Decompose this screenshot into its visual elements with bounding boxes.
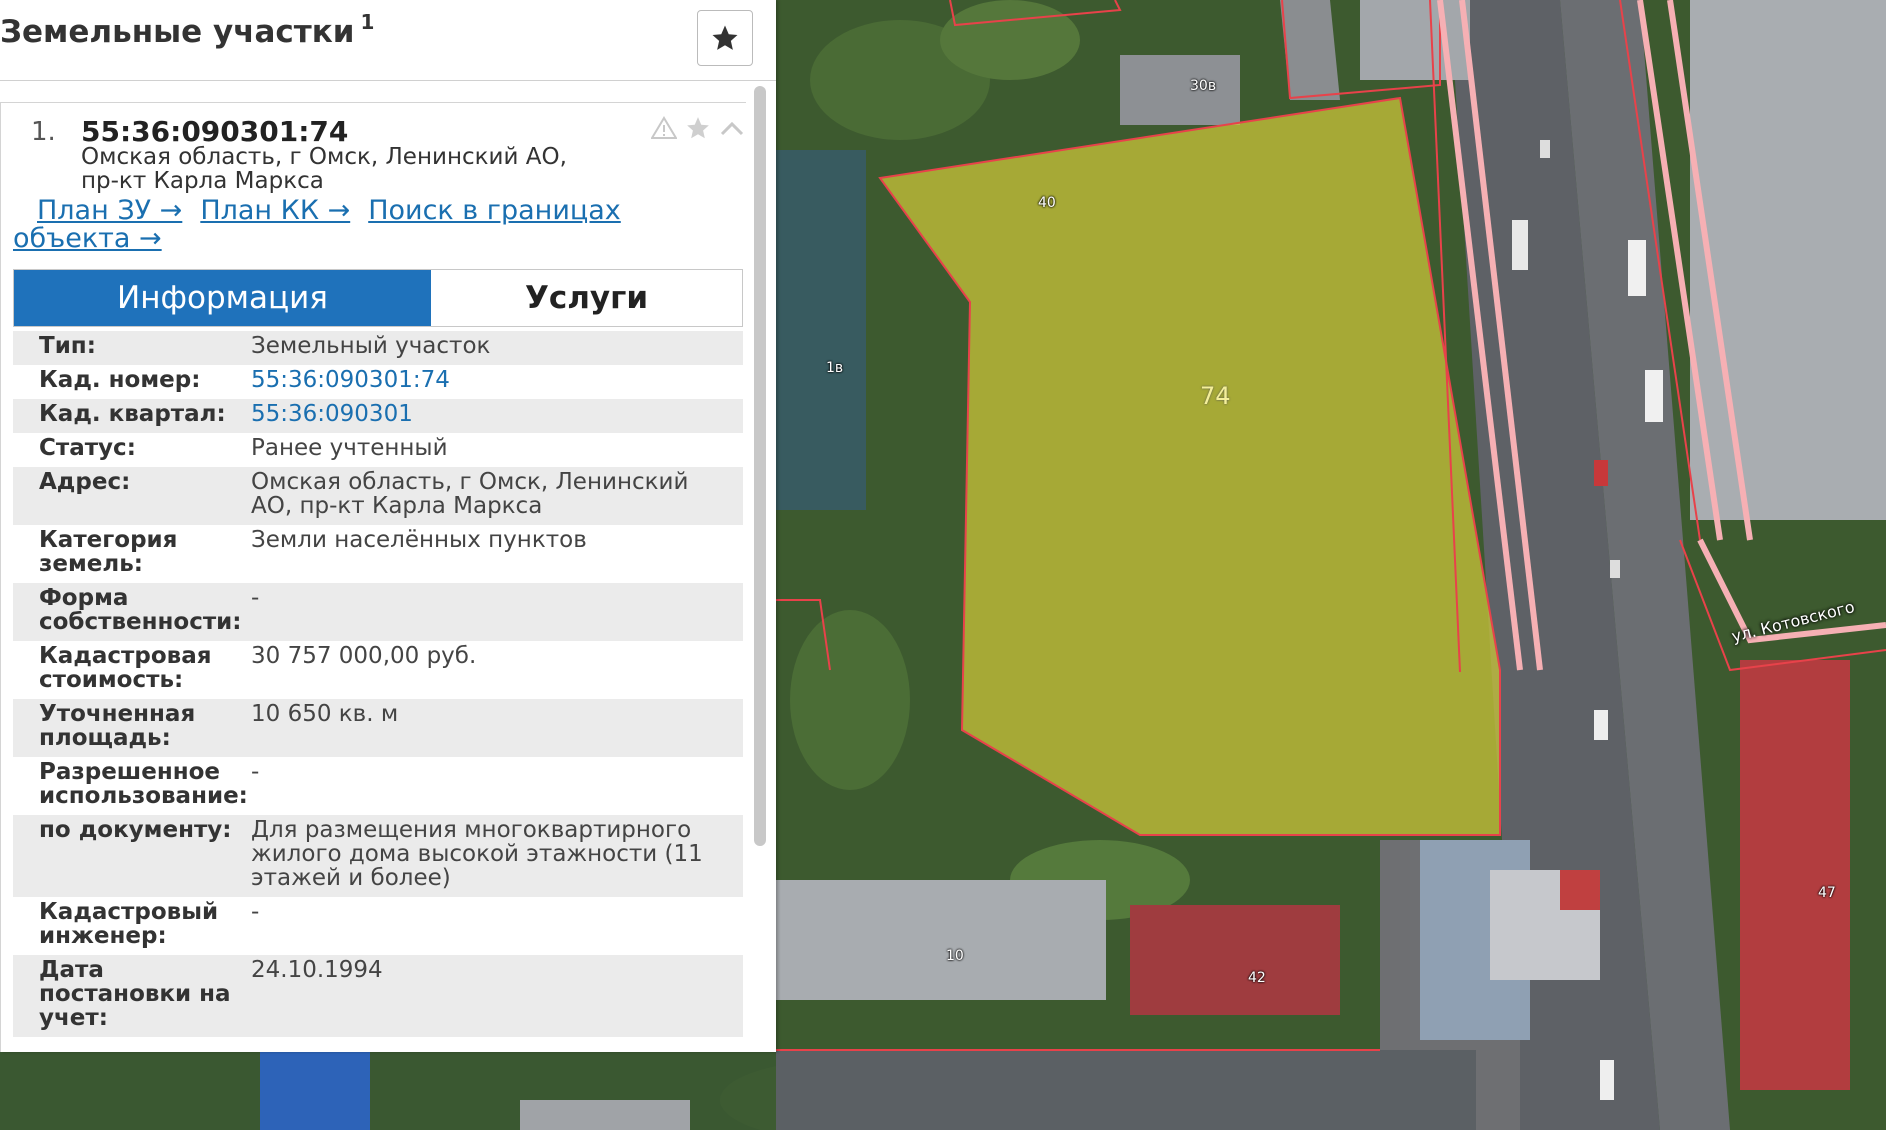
info-row-label: Дата постановки на учет: xyxy=(39,957,231,1031)
info-row: Кад. номер: 55:36:090301:74 xyxy=(13,365,743,399)
info-row: Кадастровый инженер: - xyxy=(13,897,743,955)
info-row-value: - xyxy=(251,899,260,925)
panel-header: Земельные участки 1 xyxy=(0,0,776,81)
star-icon xyxy=(712,25,738,50)
info-row-label: Разрешенное использование: xyxy=(39,759,248,809)
info-table: Тип: Земельный участок Кад. номер: 55:36:09… xyxy=(13,331,743,1037)
info-row: Категория земель: Земли населённых пункто… xyxy=(13,525,743,583)
info-row-value: Земельный участок xyxy=(251,333,491,359)
info-row-label: Форма собственности: xyxy=(39,585,242,635)
scrollbar-thumb[interactable] xyxy=(754,86,766,846)
info-row-value: Омская область, г Омск, Ленинский АО, пр… xyxy=(251,469,689,519)
info-row: Кад. квартал: 55:36:090301 xyxy=(13,399,743,433)
info-row-value: - xyxy=(251,585,260,611)
info-row-value: Для размещения многоквартирного жилого д… xyxy=(251,817,703,891)
info-row-label: Кад. квартал: xyxy=(39,401,226,427)
info-row-label: Кад. номер: xyxy=(39,367,201,393)
result-card: 1. 55:36:090301:74 Омская область, г Омс… xyxy=(0,102,746,1052)
tab-services[interactable]: Услуги xyxy=(431,270,742,326)
info-row-label: по документу: xyxy=(39,817,232,843)
info-row: по документу: Для размещения многоквартир… xyxy=(13,815,743,897)
info-panel: Земельные участки 1 1. 55:36:090301:74 Ом… xyxy=(0,0,776,1052)
warning-icon[interactable] xyxy=(651,115,677,141)
info-row-label: Статус: xyxy=(39,435,136,461)
result-count: 1 xyxy=(360,10,375,34)
building-label: 40 xyxy=(1038,195,1056,211)
card-links: План ЗУ → План КК → Поиск в границах объек… xyxy=(13,197,713,253)
card-address: Омская область, г Омск, Ленинский АО, пр… xyxy=(81,144,567,194)
panel-title: Земельные участки 1 xyxy=(0,10,374,50)
info-row-value: Ранее учтенный xyxy=(251,435,448,461)
panel-title-text: Земельные участки xyxy=(0,14,355,50)
info-row-label: Тип: xyxy=(39,333,96,359)
info-row-label: Уточненная площадь: xyxy=(39,701,196,751)
favorites-button[interactable] xyxy=(697,10,753,66)
card-tabs: Информация Услуги xyxy=(13,269,743,327)
info-row-value: 10 650 кв. м xyxy=(251,701,399,727)
building-label: 47 xyxy=(1818,885,1836,901)
info-row: Тип: Земельный участок xyxy=(13,331,743,365)
info-row-link[interactable]: 55:36:090301 xyxy=(251,402,743,426)
info-row: Разрешенное использование: - xyxy=(13,757,743,815)
info-row-label: Кадастровая стоимость: xyxy=(39,643,212,693)
chevron-up-icon[interactable] xyxy=(719,115,745,141)
info-row-value: Земли населённых пунктов xyxy=(251,527,587,553)
plan-kk-link[interactable]: План КК → xyxy=(200,195,350,226)
star-icon[interactable] xyxy=(685,115,711,141)
building-label: 42 xyxy=(1248,970,1266,986)
info-row: Дата постановки на учет: 24.10.1994 xyxy=(13,955,743,1037)
card-actions xyxy=(651,115,745,141)
info-row: Статус: Ранее учтенный xyxy=(13,433,743,467)
parcel-number-label: 74 xyxy=(1200,382,1231,410)
plan-zu-link[interactable]: План ЗУ → xyxy=(37,195,182,226)
info-row-value: - xyxy=(251,759,260,785)
tab-information[interactable]: Информация xyxy=(14,270,431,326)
info-row: Форма собственности: - xyxy=(13,583,743,641)
info-row-value: 24.10.1994 xyxy=(251,957,383,983)
results-list[interactable]: 1. 55:36:090301:74 Омская область, г Омс… xyxy=(0,84,776,1052)
info-row-label: Категория земель: xyxy=(39,527,178,577)
info-row-value: 30 757 000,00 руб. xyxy=(251,643,477,669)
building-label: 10 xyxy=(946,948,964,964)
info-row: Уточненная площадь: 10 650 кв. м xyxy=(13,699,743,757)
info-row-label: Адрес: xyxy=(39,469,131,495)
info-row-label: Кадастровый инженер: xyxy=(39,899,219,949)
result-index: 1. xyxy=(31,117,56,147)
info-row: Адрес: Омская область, г Омск, Ленинский … xyxy=(13,467,743,525)
info-row: Кадастровая стоимость: 30 757 000,00 руб. xyxy=(13,641,743,699)
building-label: 30в xyxy=(1190,78,1217,94)
info-row-link[interactable]: 55:36:090301:74 xyxy=(251,368,743,392)
building-label: 1в xyxy=(826,360,844,376)
